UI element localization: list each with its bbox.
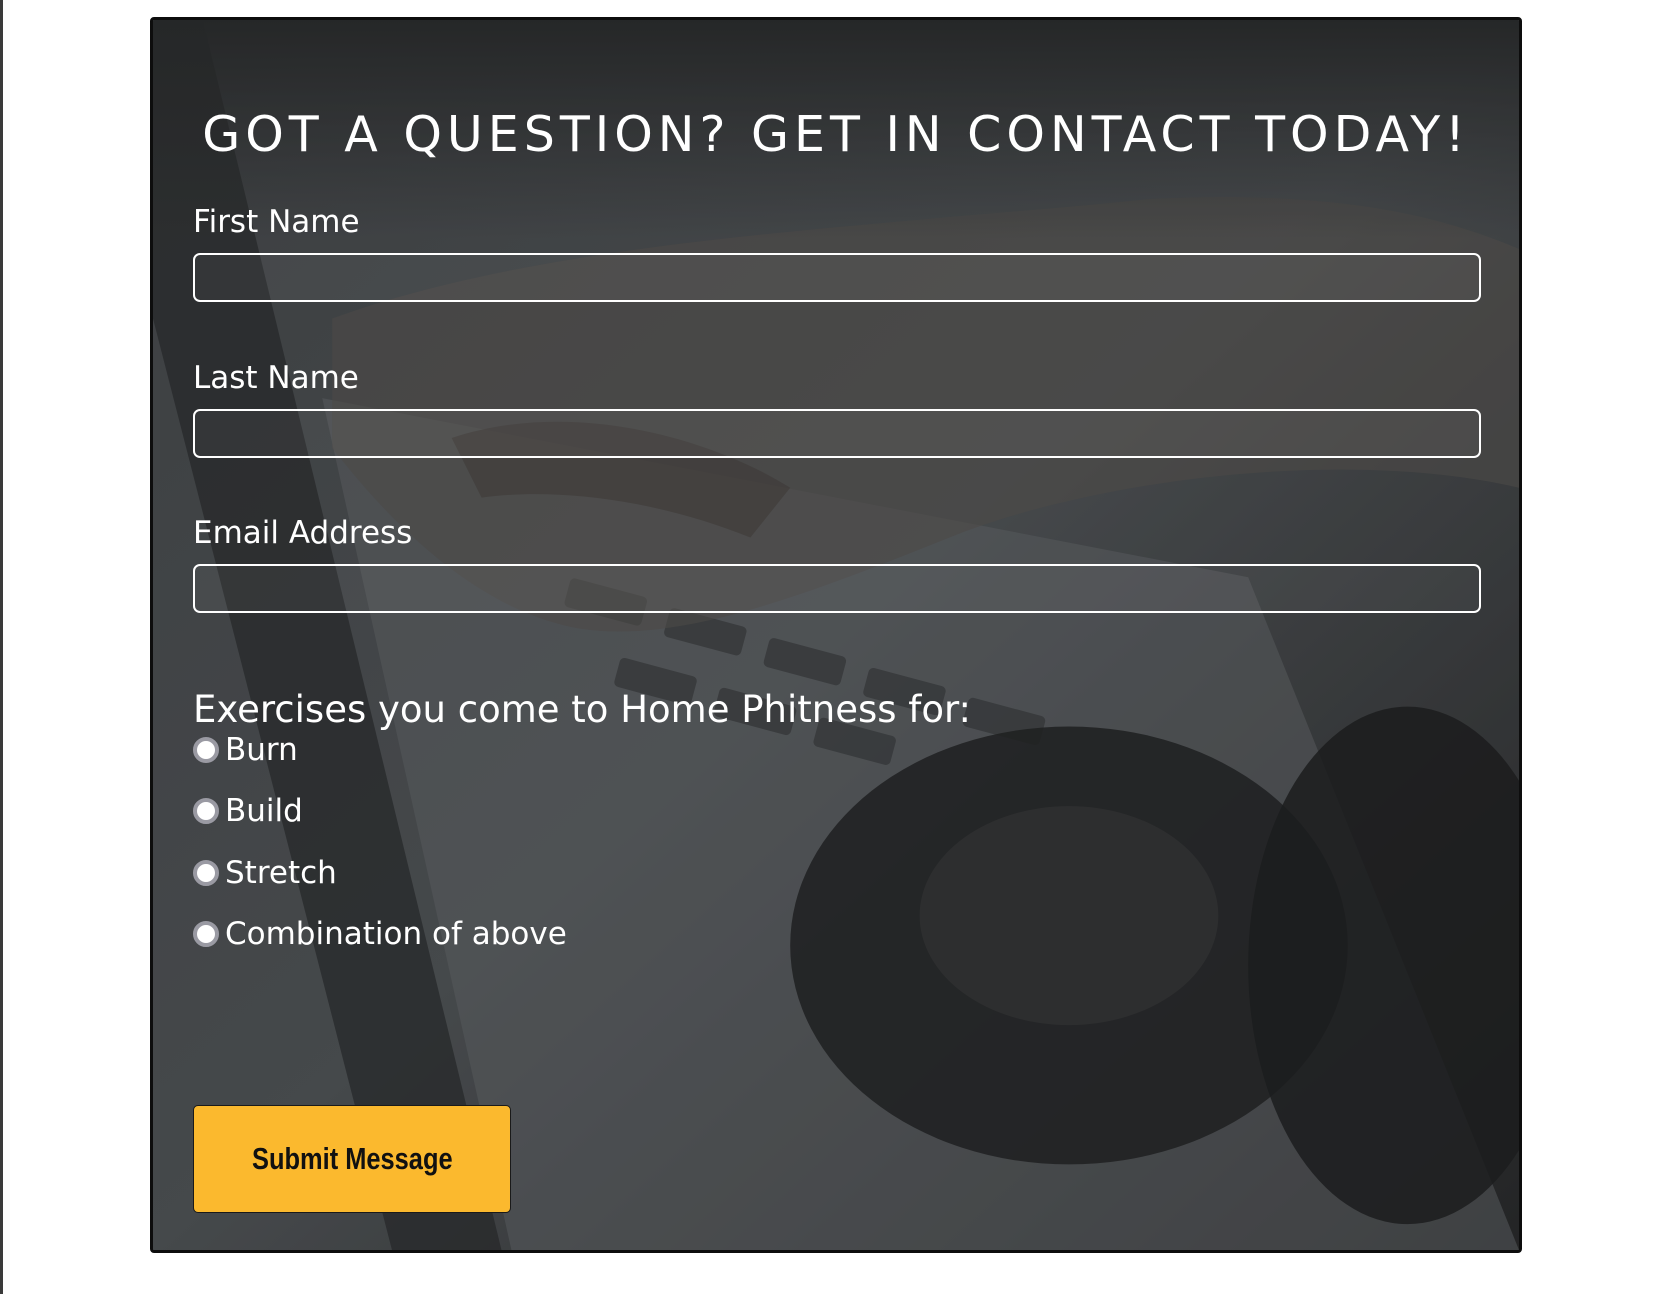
submit-message-label: Submit Message: [251, 1141, 453, 1176]
email-address-input[interactable]: [193, 564, 1481, 613]
page-left-border: [0, 0, 3, 1294]
last-name-label: Last Name: [193, 360, 359, 396]
last-name-input[interactable]: [193, 409, 1481, 458]
exercises-heading: Exercises you come to Home Phitness for:: [193, 688, 971, 731]
exercise-option-burn[interactable]: Burn: [193, 730, 298, 770]
submit-message-button[interactable]: Submit Message: [193, 1105, 511, 1213]
exercise-option-label: Stretch: [225, 855, 337, 891]
radio-button-icon[interactable]: [193, 798, 219, 824]
first-name-label: First Name: [193, 204, 360, 240]
exercise-option-label: Build: [225, 793, 303, 829]
first-name-input[interactable]: [193, 253, 1481, 302]
exercise-option-label: Combination of above: [225, 916, 567, 952]
email-address-label: Email Address: [193, 515, 413, 551]
contact-form-card: GOT A QUESTION? GET IN CONTACT TODAY! Fi…: [150, 17, 1522, 1253]
radio-button-icon[interactable]: [193, 921, 219, 947]
exercise-option-label: Burn: [225, 732, 298, 768]
radio-button-icon[interactable]: [193, 860, 219, 886]
exercise-option-stretch[interactable]: Stretch: [193, 853, 337, 893]
exercise-option-build[interactable]: Build: [193, 791, 303, 831]
form-title: GOT A QUESTION? GET IN CONTACT TODAY!: [202, 106, 1470, 163]
exercise-option-combination[interactable]: Combination of above: [193, 914, 567, 954]
radio-button-icon[interactable]: [193, 737, 219, 763]
